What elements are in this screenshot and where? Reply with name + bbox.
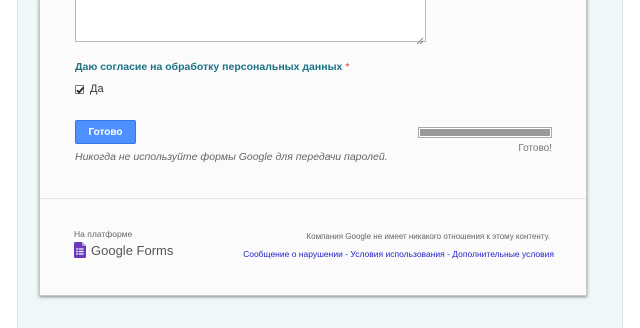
footer-divider [40,198,586,199]
terms-of-service-link[interactable]: Условия использования [350,249,444,259]
required-asterisk: * [345,61,350,73]
resize-handle-icon[interactable] [416,32,424,45]
report-abuse-link[interactable]: Сообщение о нарушении [243,249,343,259]
platform-label: На платформе [74,229,133,239]
google-forms-logo[interactable]: Google Forms [74,241,173,259]
footer-links: Сообщение о нарушении - Условия использо… [190,249,554,259]
consent-option-label: Да [90,83,104,95]
google-forms-icon [74,242,86,258]
consent-option[interactable]: Да [75,82,104,96]
progress-label: Готово! [518,143,552,154]
additional-terms-link[interactable]: Дополнительные условия [452,249,554,259]
submit-button[interactable]: Готово [75,120,136,144]
text-answer-field[interactable] [75,0,426,45]
form-card: Даю согласие на обработку персональных д… [39,0,587,296]
password-warning: Никогда не используйте формы Google для … [75,151,388,163]
check-icon [76,86,85,94]
google-disclaimer: Компания Google не имеет никакого отноше… [306,232,550,241]
consent-question-title: Даю согласие на обработку персональных д… [75,61,350,73]
progress-bar-fill [420,129,550,136]
google-forms-wordmark: Google Forms [91,242,174,258]
progress-bar [418,127,552,138]
question-text: Даю согласие на обработку персональных д… [75,61,343,73]
consent-checkbox[interactable] [75,84,85,94]
